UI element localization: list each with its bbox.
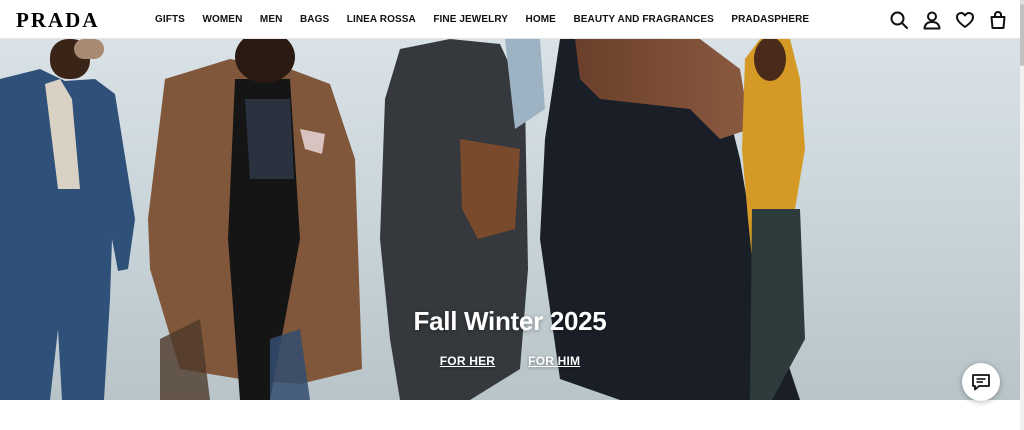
page-scrollbar[interactable] bbox=[1020, 0, 1024, 430]
nav-item-women[interactable]: WOMEN bbox=[202, 13, 242, 27]
hero-banner[interactable]: Fall Winter 2025 FOR HER FOR HIM bbox=[0, 39, 1020, 400]
search-icon[interactable] bbox=[889, 10, 909, 30]
nav-item-pradasphere[interactable]: PRADASPHERE bbox=[731, 13, 809, 27]
nav-item-bags[interactable]: BAGS bbox=[300, 13, 329, 27]
hero-title: Fall Winter 2025 bbox=[413, 306, 607, 336]
hero-campaign-image bbox=[0, 39, 805, 400]
main-navigation: GIFTS WOMEN MEN BAGS LINEA ROSSA FINE JE… bbox=[155, 13, 827, 27]
for-her-link[interactable]: FOR HER bbox=[440, 354, 495, 368]
nav-item-fine-jewelry[interactable]: FINE JEWELRY bbox=[433, 13, 508, 27]
nav-item-men[interactable]: MEN bbox=[260, 13, 283, 27]
site-header: PRADA GIFTS WOMEN MEN BAGS LINEA ROSSA F… bbox=[0, 0, 1020, 39]
chat-icon bbox=[972, 374, 990, 391]
chat-button[interactable] bbox=[962, 363, 1000, 401]
scrollbar-thumb[interactable] bbox=[1020, 4, 1024, 66]
account-icon[interactable] bbox=[922, 10, 942, 30]
prada-logo[interactable]: PRADA bbox=[16, 9, 100, 31]
header-icons bbox=[889, 10, 1008, 30]
nav-item-linea-rossa[interactable]: LINEA ROSSA bbox=[347, 13, 416, 27]
wishlist-heart-icon[interactable] bbox=[955, 10, 975, 30]
nav-item-beauty-and-fragrances[interactable]: BEAUTY AND FRAGRANCES bbox=[573, 13, 713, 27]
shopping-bag-icon[interactable] bbox=[988, 10, 1008, 30]
hero-links: FOR HER FOR HIM bbox=[0, 354, 1020, 368]
nav-item-home[interactable]: HOME bbox=[526, 13, 556, 27]
for-him-link[interactable]: FOR HIM bbox=[528, 354, 580, 368]
nav-item-gifts[interactable]: GIFTS bbox=[155, 13, 185, 27]
